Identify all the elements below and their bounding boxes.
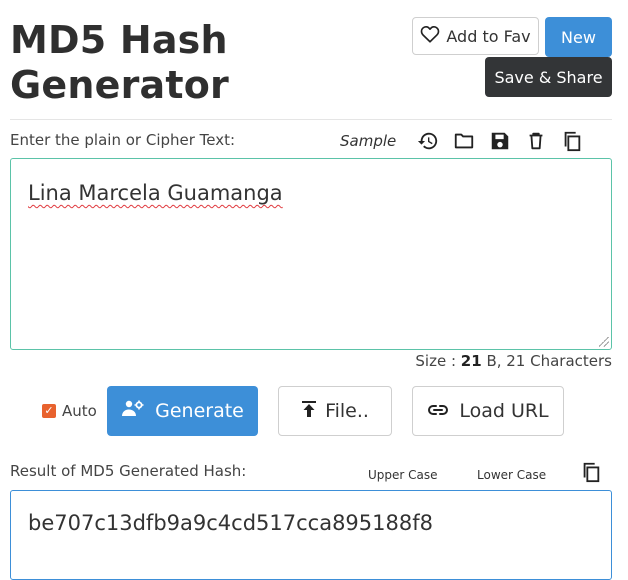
input-text-value: Lina Marcela Guamanga xyxy=(28,181,283,205)
size-info: Size : 21 B, 21 Characters xyxy=(415,352,612,370)
input-toolbar: Sample xyxy=(340,128,590,154)
auto-label: Auto xyxy=(62,402,97,420)
result-label: Result of MD5 Generated Hash: xyxy=(10,462,247,480)
sample-link[interactable]: Sample xyxy=(340,132,396,150)
upload-icon xyxy=(301,400,317,423)
copy-icon[interactable] xyxy=(561,130,583,152)
users-cog-icon xyxy=(121,399,145,424)
upper-case-button[interactable]: Upper Case xyxy=(368,468,438,482)
hash-result-output[interactable]: be707c13dfb9a9c4cd517cca895188f8 xyxy=(10,490,612,580)
load-url-label: Load URL xyxy=(459,400,549,422)
add-to-fav-button[interactable]: Add to Fav xyxy=(412,17,539,55)
hash-result-value: be707c13dfb9a9c4cd517cca895188f8 xyxy=(28,511,433,535)
plain-text-input[interactable]: Lina Marcela Guamanga xyxy=(10,158,612,350)
lower-case-button[interactable]: Lower Case xyxy=(477,468,546,482)
save-share-button[interactable]: Save & Share xyxy=(485,57,612,97)
link-icon xyxy=(427,400,449,422)
heart-icon xyxy=(420,25,440,47)
copy-result-icon[interactable] xyxy=(580,460,602,484)
auto-toggle[interactable]: ✓ Auto xyxy=(42,402,97,420)
size-prefix: Size : xyxy=(415,352,461,370)
size-bytes: 21 xyxy=(460,352,482,370)
add-to-fav-label: Add to Fav xyxy=(446,26,531,46)
resize-handle[interactable] xyxy=(599,337,609,347)
page-title: MD5 Hash Generator xyxy=(10,18,229,107)
load-url-button[interactable]: Load URL xyxy=(412,386,564,436)
size-suffix: B, 21 Characters xyxy=(481,352,612,370)
folder-icon[interactable] xyxy=(453,130,475,152)
new-button[interactable]: New xyxy=(545,17,612,57)
input-label: Enter the plain or Cipher Text: xyxy=(10,131,236,149)
trash-icon[interactable] xyxy=(525,130,547,152)
file-label: File.. xyxy=(325,400,369,422)
save-icon[interactable] xyxy=(489,130,511,152)
file-button[interactable]: File.. xyxy=(278,386,392,436)
generate-button[interactable]: Generate xyxy=(107,386,258,436)
header-divider xyxy=(10,119,612,120)
generate-label: Generate xyxy=(155,400,244,422)
auto-checkbox[interactable]: ✓ xyxy=(42,404,56,418)
history-icon[interactable] xyxy=(417,130,439,152)
